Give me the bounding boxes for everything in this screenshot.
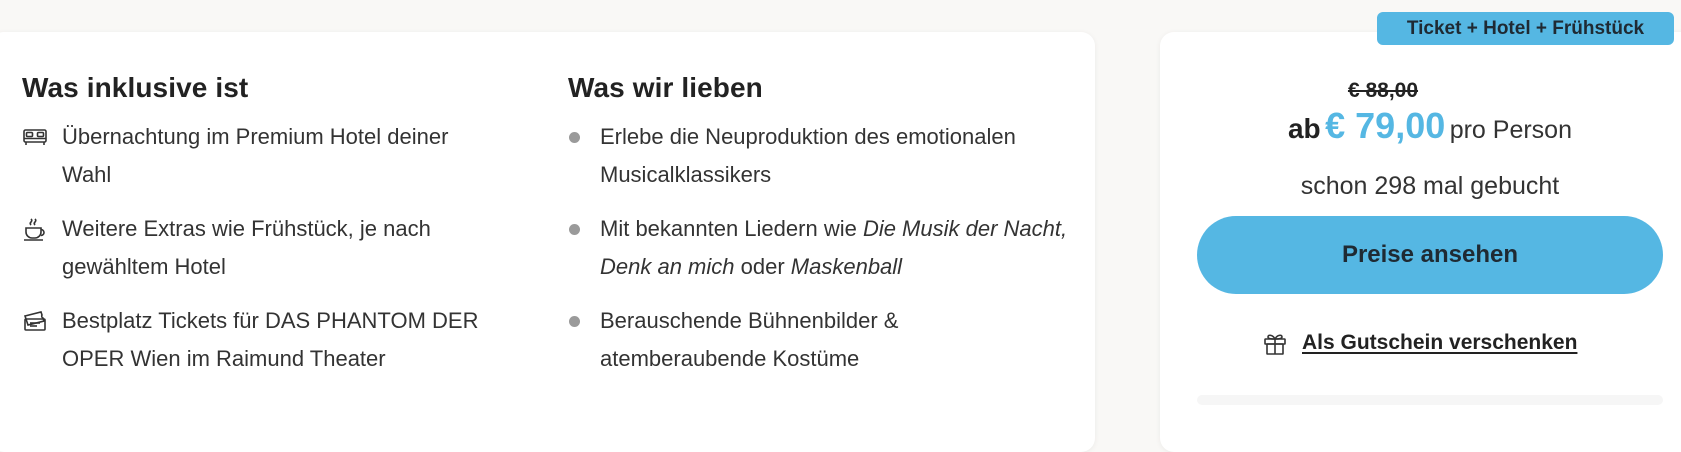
list-item: Weitere Extras wie Frühstück, je nach ge… — [22, 210, 492, 286]
list-item: Bestplatz Tickets für DAS PHANTOM DER OP… — [22, 302, 492, 378]
loved-title: Was wir lieben — [568, 72, 763, 103]
list-item: Berauschende Bühnenbilder & atemberauben… — [568, 302, 1068, 378]
list-item: Erlebe die Neuproduktion des emotionalen… — [568, 118, 1068, 194]
bullet-icon — [569, 224, 580, 235]
list-item-text: Bestplatz Tickets für DAS PHANTOM DER OP… — [62, 308, 479, 371]
booked-count-text: schon 298 mal gebucht — [1300, 172, 1560, 200]
divider — [1197, 395, 1663, 405]
gift-voucher-label[interactable]: Als Gutschein verschenken — [1302, 331, 1577, 355]
ticket-icon — [22, 308, 48, 334]
price-prefix: ab — [1287, 113, 1321, 144]
price-suffix: pro Person — [1449, 116, 1572, 144]
song-title: Maskenball — [790, 254, 903, 279]
list-item-text: Mit bekannten Liedern wie Die Musik der … — [600, 210, 1068, 286]
gift-icon — [1264, 334, 1286, 355]
included-column: Was inklusive ist Übernachtung im Premiu… — [22, 72, 492, 394]
package-badge: Ticket + Hotel + Frühstück — [1377, 12, 1674, 45]
list-item-text-part: Mit bekannten Liedern wie — [600, 216, 863, 241]
bullet-icon — [569, 316, 580, 327]
gift-voucher-link[interactable]: Als Gutschein verschenken — [1262, 330, 1577, 356]
loved-column: Was wir lieben Erlebe die Neuproduktion … — [568, 72, 1068, 394]
bullet-icon — [569, 132, 580, 143]
list-item-text: Erlebe die Neuproduktion des emotionalen… — [600, 124, 1016, 187]
list-item-text: Übernachtung im Premium Hotel deiner Wah… — [62, 124, 449, 187]
coffee-cup-icon — [22, 216, 48, 242]
current-price: € 79,00 — [1325, 105, 1446, 146]
list-item: Übernachtung im Premium Hotel deiner Wah… — [22, 118, 492, 194]
price-line: ab € 79,00 pro Person — [1180, 105, 1680, 147]
list-item: Mit bekannten Liedern wie Die Musik der … — [568, 210, 1068, 286]
included-title: Was inklusive ist — [22, 72, 249, 103]
list-item-text: Berauschende Bühnenbilder & atemberauben… — [600, 308, 899, 371]
view-prices-button[interactable]: Preise ansehen — [1197, 216, 1663, 294]
list-item-text-part: oder — [734, 254, 791, 279]
bed-icon — [22, 124, 48, 150]
list-item-text: Weitere Extras wie Frühstück, je nach ge… — [62, 216, 431, 279]
old-price: € 88,00 — [1347, 79, 1419, 102]
